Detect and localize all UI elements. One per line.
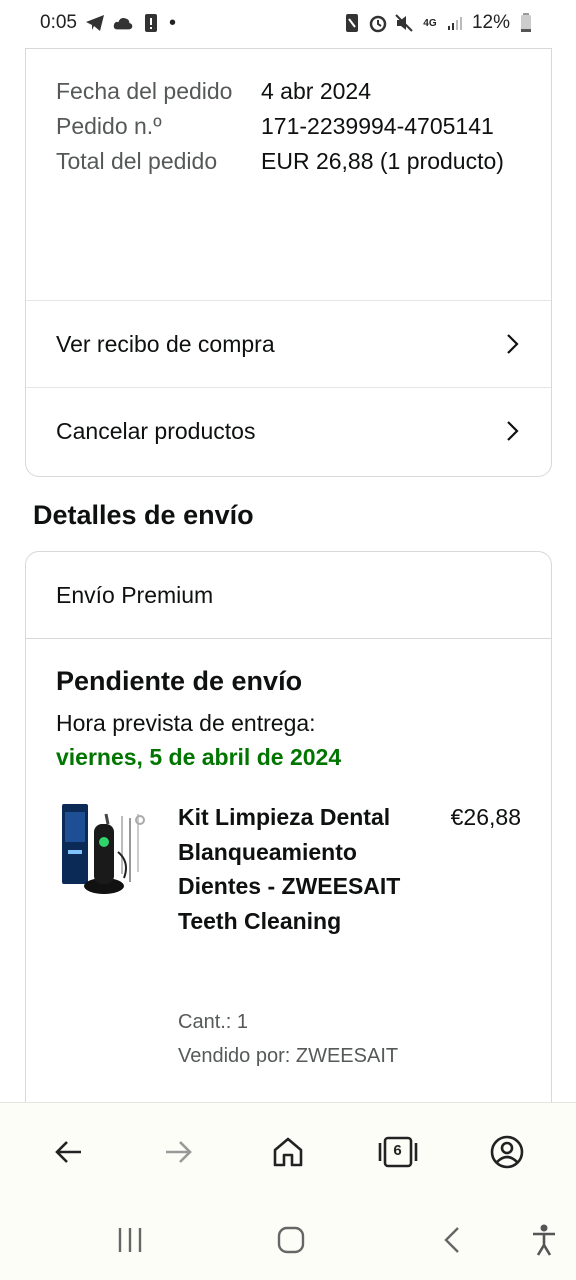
chevron-left-icon bbox=[444, 1227, 459, 1253]
circle-home-icon bbox=[277, 1226, 305, 1254]
product-seller: Vendido por: ZWEESAIT bbox=[178, 1045, 399, 1067]
order-number-row: Pedido n.º 171-2239994-4705141 bbox=[56, 109, 516, 143]
order-total-row: Total del pedido EUR 26,88 (1 producto) bbox=[56, 144, 516, 178]
order-total-value: EUR 26,88 (1 producto) bbox=[261, 148, 504, 174]
home-icon bbox=[273, 1137, 303, 1166]
nfc-icon bbox=[342, 13, 362, 33]
accessibility-icon bbox=[533, 1224, 555, 1256]
dot-icon: • bbox=[168, 11, 176, 34]
cancel-products-label: Cancelar productos bbox=[56, 417, 256, 444]
back-button[interactable] bbox=[39, 1122, 99, 1182]
account-button[interactable] bbox=[477, 1122, 537, 1182]
eta-label: Hora prevista de entrega: bbox=[56, 710, 316, 736]
status-time: 0:05 bbox=[40, 12, 77, 33]
telegram-icon bbox=[85, 13, 105, 33]
order-date-label: Fecha del pedido bbox=[56, 78, 233, 104]
network-4g-icon: 4G bbox=[423, 17, 437, 29]
browser-bottom-nav: 6 bbox=[0, 1102, 576, 1200]
forward-button[interactable] bbox=[148, 1122, 208, 1182]
accessibility-button[interactable] bbox=[524, 1220, 564, 1260]
shipping-card: Envío Premium Pendiente de envío Hora pr… bbox=[25, 551, 552, 1111]
back-arrow-icon bbox=[54, 1140, 81, 1163]
cancel-products-link[interactable]: Cancelar productos bbox=[26, 387, 551, 474]
alarm-icon bbox=[368, 13, 388, 33]
order-total-label: Total del pedido bbox=[56, 148, 218, 174]
recent-apps-button[interactable] bbox=[110, 1220, 150, 1260]
order-date-value: 4 abr 2024 bbox=[261, 78, 371, 104]
tab-count: 6 bbox=[393, 1141, 402, 1159]
order-info-grid: Fecha del pedido 4 abr 2024 Pedido n.º 1… bbox=[56, 74, 516, 179]
eta-date: viernes, 5 de abril de 2024 bbox=[56, 744, 342, 770]
product-image[interactable] bbox=[58, 802, 154, 898]
order-date-row: Fecha del pedido 4 abr 2024 bbox=[56, 74, 516, 108]
chevron-right-icon bbox=[507, 421, 519, 441]
view-receipt-label: Ver recibo de compra bbox=[56, 330, 275, 357]
order-info-card: Fecha del pedido 4 abr 2024 Pedido n.º 1… bbox=[25, 48, 552, 477]
shipping-method: Envío Premium bbox=[26, 552, 551, 639]
product-quantity: Cant.: 1 bbox=[178, 1011, 249, 1033]
signal-icon bbox=[446, 13, 466, 33]
order-number-value: 171-2239994-4705141 bbox=[261, 113, 494, 139]
home-button[interactable] bbox=[258, 1122, 318, 1182]
order-number-label: Pedido n.º bbox=[56, 113, 162, 139]
cloud-icon bbox=[113, 13, 133, 33]
system-back-button[interactable] bbox=[432, 1220, 472, 1260]
account-icon bbox=[490, 1135, 524, 1168]
battery-icon bbox=[516, 13, 536, 33]
chevron-right-icon bbox=[507, 334, 519, 354]
status-bar: 0:05 • 4G 12% bbox=[0, 0, 576, 46]
shipping-section-title: Detalles de envío bbox=[33, 500, 254, 530]
alert-icon bbox=[141, 13, 161, 33]
shipping-status: Pendiente de envío bbox=[56, 666, 303, 696]
forward-arrow-icon bbox=[166, 1140, 193, 1163]
battery-percent: 12% bbox=[471, 12, 510, 33]
tabs-button[interactable]: 6 bbox=[368, 1122, 428, 1182]
shipping-method-label: Envío Premium bbox=[56, 581, 214, 608]
view-receipt-link[interactable]: Ver recibo de compra bbox=[26, 300, 551, 387]
recent-apps-icon bbox=[118, 1228, 142, 1252]
system-nav-bar bbox=[0, 1200, 576, 1280]
system-home-button[interactable] bbox=[271, 1220, 311, 1260]
product-title[interactable]: Kit Limpieza Dental Blanqueamiento Dient… bbox=[178, 800, 428, 938]
mute-icon bbox=[394, 13, 414, 33]
product-price: €26,88 bbox=[450, 804, 521, 830]
